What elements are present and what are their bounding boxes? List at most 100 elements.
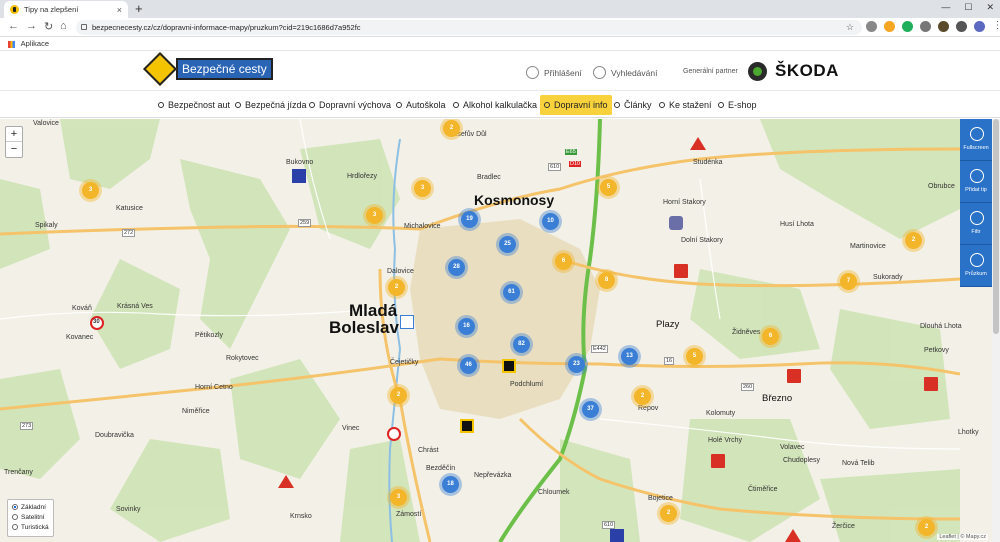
camera-icon[interactable]	[920, 21, 931, 32]
layer-option-satelitni[interactable]: Satelitní	[12, 513, 49, 523]
place-label: Žerčice	[832, 523, 855, 530]
snowflake-marker-icon[interactable]	[400, 315, 414, 329]
tip-marker-icon[interactable]	[610, 529, 624, 542]
cluster-marker[interactable]: 61	[503, 284, 520, 301]
cluster-marker[interactable]: 6	[555, 253, 572, 270]
apps-icon[interactable]	[8, 40, 15, 48]
close-window-icon[interactable]: ✕	[986, 2, 994, 13]
cluster-marker[interactable]: 3	[82, 182, 99, 199]
main-menu: Bezpečnost aut Bezpečná jízda Dopravní v…	[0, 90, 1000, 118]
tip-marker-icon[interactable]	[292, 169, 306, 183]
new-tab-button[interactable]: +	[135, 1, 143, 16]
filter-button[interactable]: Filtr	[960, 203, 992, 245]
cluster-marker[interactable]: 2	[388, 279, 405, 296]
search-link[interactable]: Vyhledávání	[593, 66, 657, 79]
apps-bookmark[interactable]: Aplikace	[21, 39, 49, 48]
cluster-marker[interactable]: 7	[840, 273, 857, 290]
warning-triangle-icon[interactable]	[690, 137, 706, 150]
layer-option-turisticka[interactable]: Turistická	[12, 523, 49, 533]
menu-item-ke-stazeni[interactable]: Ke stažení	[655, 95, 716, 115]
cluster-marker[interactable]: 3	[414, 180, 431, 197]
menu-item-e-shop[interactable]: E-shop	[714, 95, 761, 115]
fullscreen-button[interactable]: Fullscreen	[960, 119, 992, 161]
survey-button[interactable]: Průzkum	[960, 245, 992, 287]
menu-item-bezpecna-jizda[interactable]: Bezpečná jízda	[231, 95, 311, 115]
place-label: Krnsko	[290, 513, 312, 520]
cluster-marker[interactable]: 18	[442, 476, 459, 493]
menu-item-dopravni-vychova[interactable]: Dopravní výchova	[305, 95, 395, 115]
tip-marker-icon[interactable]	[669, 216, 683, 230]
cluster-marker[interactable]: 16	[458, 318, 475, 335]
bookmark-star-icon[interactable]: ☆	[846, 20, 854, 35]
extension-icon[interactable]	[866, 21, 877, 32]
rss-icon[interactable]	[884, 21, 895, 32]
partner-logo[interactable]: ŠKODA	[748, 61, 839, 81]
back-icon[interactable]: ←	[8, 20, 19, 32]
cluster-marker[interactable]: 37	[582, 401, 599, 418]
home-icon[interactable]: ⌂	[60, 20, 67, 32]
layer-option-zakladni[interactable]: Základní	[12, 503, 49, 513]
no-entry-sign-icon[interactable]	[387, 427, 401, 441]
login-link[interactable]: Přihlášení	[526, 66, 582, 79]
cluster-marker[interactable]: 2	[660, 505, 677, 522]
extension-icon[interactable]	[902, 21, 913, 32]
cluster-marker[interactable]: 46	[460, 357, 477, 374]
warning-marker-icon[interactable]	[674, 264, 688, 278]
forward-icon[interactable]: →	[26, 20, 37, 32]
site-logo[interactable]: Bezpečné cesty	[143, 52, 273, 86]
place-label: Podchlumí	[510, 381, 544, 388]
user-icon	[526, 66, 539, 79]
cluster-marker[interactable]: 8	[598, 272, 615, 289]
cluster-marker[interactable]: 5	[600, 179, 617, 196]
menu-item-dopravni-info[interactable]: Dopravní info	[540, 95, 612, 115]
cluster-marker[interactable]: 2	[918, 519, 935, 536]
minimize-icon[interactable]: —	[941, 2, 950, 13]
cluster-marker[interactable]: 25	[499, 236, 516, 253]
cluster-marker[interactable]: 10	[542, 213, 559, 230]
profile-avatar[interactable]	[974, 21, 985, 32]
extension-icon[interactable]	[938, 21, 949, 32]
menu-item-autoskola[interactable]: Autoškola	[392, 95, 450, 115]
maximize-icon[interactable]: ☐	[964, 2, 972, 13]
cluster-marker[interactable]: 28	[448, 259, 465, 276]
reload-icon[interactable]: ↻	[44, 20, 53, 33]
partner-name: ŠKODA	[775, 61, 839, 80]
warning-triangle-icon[interactable]	[278, 475, 294, 488]
cluster-marker[interactable]: 2	[634, 388, 651, 405]
warning-triangle-icon[interactable]	[785, 529, 801, 542]
close-tab-icon[interactable]: ×	[117, 5, 122, 15]
place-label: Bojetice	[648, 495, 673, 502]
cluster-marker[interactable]: 23	[568, 356, 585, 373]
traffic-light-marker-icon[interactable]	[502, 359, 516, 373]
cluster-marker[interactable]: 6	[762, 328, 779, 345]
menu-item-clanky[interactable]: Články	[610, 95, 656, 115]
menu-item-bezpecnost-aut[interactable]: Bezpečnost aut	[154, 95, 234, 115]
traffic-light-marker-icon[interactable]	[460, 419, 474, 433]
place-label: Valovice	[33, 120, 59, 127]
menu-icon[interactable]: ⋮	[992, 21, 1000, 32]
cluster-marker[interactable]: 5	[686, 348, 703, 365]
cluster-marker[interactable]: 2	[443, 120, 460, 137]
puzzle-icon[interactable]	[956, 21, 967, 32]
cluster-marker[interactable]: 2	[905, 232, 922, 249]
cluster-marker[interactable]: 2	[390, 387, 407, 404]
cluster-marker[interactable]: 13	[621, 348, 638, 365]
page-scrollbar[interactable]	[992, 119, 1000, 542]
warning-marker-icon[interactable]	[711, 454, 725, 468]
logo-text: Bezpečné cesty	[176, 58, 273, 80]
cluster-marker[interactable]: 3	[366, 207, 383, 224]
map-view[interactable]: Bukovno Hrdlořezy Katusice Josefův Důl B…	[0, 119, 1000, 542]
zoom-in-button[interactable]: +	[6, 127, 22, 142]
browser-tab[interactable]: Tipy na zlepšení ×	[4, 1, 128, 18]
add-tip-button[interactable]: Přidat tip	[960, 161, 992, 203]
warning-marker-icon[interactable]	[924, 377, 938, 391]
cluster-marker[interactable]: 19	[461, 211, 478, 228]
place-label: Kolomuty	[706, 410, 736, 417]
warning-marker-icon[interactable]	[787, 369, 801, 383]
cluster-marker[interactable]: 82	[513, 336, 530, 353]
menu-item-alkohol-kalkulacka[interactable]: Alkohol kalkulačka	[449, 95, 541, 115]
zoom-out-button[interactable]: −	[6, 142, 22, 157]
scrollbar-thumb[interactable]	[993, 119, 999, 334]
url-field[interactable]: bezpecnecesty.cz/cz/dopravni-informace-m…	[76, 20, 862, 35]
cluster-marker[interactable]: 3	[390, 489, 407, 506]
